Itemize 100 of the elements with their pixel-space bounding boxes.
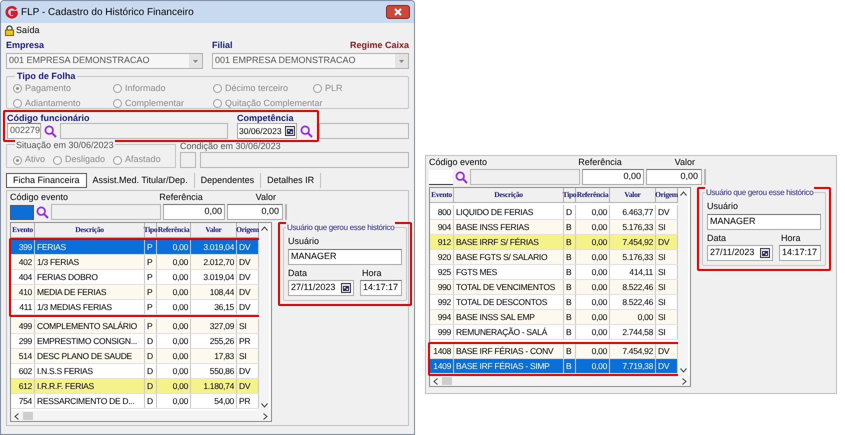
field-label: Valor: [674, 156, 695, 168]
table-cell: 0,00: [576, 359, 610, 373]
date-field[interactable]: 27/11/2023: [288, 280, 354, 296]
referencia-field[interactable]: 0,00: [163, 204, 225, 220]
table-row[interactable]: 299 EMPRESTIMO CONSIGN... D 0,00 255,26 PR: [11, 334, 259, 349]
radio-button[interactable]: [213, 84, 222, 94]
text-field[interactable]: [200, 152, 409, 168]
date-field[interactable]: 30/06/2023: [237, 123, 297, 139]
table-row[interactable]: 754 RESSARCIMENTO DE D... D 0,00 54,00 PR: [11, 394, 259, 409]
field-label: Usuário: [288, 235, 320, 248]
table-row[interactable]: 904 BASE INSS FERIAS B 0,00 5.176,33 SI: [430, 220, 678, 235]
table-row[interactable]: 925 FGTS MES B 0,00 414,11 SI: [430, 265, 678, 280]
text-field[interactable]: [319, 123, 409, 139]
text-field[interactable]: [180, 152, 196, 168]
usuario-field[interactable]: MANAGER: [288, 248, 402, 264]
field-label: Hora: [362, 266, 383, 280]
table-cell: 7.454,92: [610, 344, 656, 358]
radio-button[interactable]: [13, 156, 22, 164]
radio-label: Adiantamento: [25, 96, 81, 110]
table-cell: BASE INSS FERIAS: [454, 220, 564, 234]
table-cell: 754: [11, 394, 35, 408]
table-row[interactable]: 1409 BASE IRF FÉRIAS - SIMP B 0,00 7.719,38 DV: [430, 359, 678, 374]
table-row[interactable]: 602 I.N.S.S FERIAS D 0,00 550,86 DV: [11, 364, 259, 379]
table-row[interactable]: 514 DESC PLANO DE SAUDE D 0,00 17,83 SI: [11, 349, 259, 364]
table-row[interactable]: 404 FERIAS DOBRO P 0,00 3.019,04 DV: [11, 270, 259, 285]
field-label: Usuário: [707, 200, 740, 213]
radio-button[interactable]: [13, 84, 22, 94]
code-field[interactable]: 002279: [7, 123, 41, 139]
text-field[interactable]: [470, 169, 580, 185]
table-cell: B: [564, 359, 576, 373]
table-row[interactable]: 402 1/3 FERIAS P 0,00 2.012,70 DV: [11, 255, 259, 270]
table-row[interactable]: 999 REMUNERAÇÃO - SALÁ B 0,00 2.744,58 SI: [430, 325, 678, 340]
table-cell: D: [145, 394, 157, 408]
radio-button[interactable]: [113, 84, 122, 94]
usuario-field[interactable]: MANAGER: [707, 214, 821, 230]
group-title: Usuário que gerou esse histórico: [705, 187, 814, 199]
code-field[interactable]: [429, 170, 453, 184]
table-cell: B: [564, 235, 576, 249]
table-row[interactable]: 992 TOTAL DE DESCONTOS B 0,00 8.522,46 SI: [430, 295, 678, 310]
table-row[interactable]: 411 1/3 MEDIAS FERIAS P 0,00 36,15 DV: [11, 300, 259, 315]
radio-button[interactable]: [53, 156, 62, 164]
table-cell: BASE IRRF S/ FÉRIAS: [454, 235, 564, 249]
table-row[interactable]: 994 BASE INSS SAL EMP B 0,00 0,00 SI: [430, 310, 678, 325]
table-cell: FERIAS DOBRO: [35, 270, 145, 284]
tab[interactable]: Assist.Med. Titular/Dep.: [86, 173, 195, 188]
scroll-thumb[interactable]: [23, 412, 33, 420]
table-row[interactable]: 1408 BASE IRF FÉRIAS - CONV B 0,00 7.454,92 DV: [430, 344, 678, 359]
text-field[interactable]: [60, 123, 228, 139]
scroll-up-icon: [260, 226, 268, 231]
menu-item[interactable]: Saída: [5, 24, 40, 38]
radio-button[interactable]: [313, 84, 322, 94]
table-row[interactable]: 410 MEDIA DE FERIAS P 0,00 108,44 DV: [11, 285, 259, 300]
table-cell: P: [145, 240, 157, 254]
code-field[interactable]: [10, 204, 34, 220]
scrollbar[interactable]: [430, 376, 690, 386]
scrollbar[interactable]: [11, 411, 271, 421]
table-row[interactable]: 612 I.R.R.F. FERIAS D 0,00 1.180,74 DV: [11, 379, 259, 394]
table-row[interactable]: 399 FERIAS P 0,00 3.019,04 DV: [11, 240, 259, 255]
scroll-thumb[interactable]: [442, 377, 452, 385]
date-field[interactable]: 27/11/2023: [707, 245, 773, 261]
dropdown[interactable]: 001 EMPRESA DEMONSTRACAO: [6, 53, 203, 69]
referencia-field[interactable]: 0,00: [582, 169, 644, 185]
field-label: Referência: [159, 190, 204, 204]
table-cell: 0,00: [157, 270, 191, 284]
scroll-right-icon: [263, 412, 268, 420]
search-icon: [455, 170, 468, 184]
table-cell: 0,00: [157, 379, 191, 393]
table-row[interactable]: 912 BASE IRRF S/ FÉRIAS B 0,00 7.454,92 DV: [430, 235, 678, 250]
table-cell: 0,00: [576, 250, 610, 264]
table-row[interactable]: 920 BASE FGTS S/ SALARIO B 0,00 5.176,33 SI: [430, 250, 678, 265]
tab[interactable]: Dependentes: [194, 173, 262, 188]
radio-label: Afastado: [125, 153, 161, 166]
radio-button[interactable]: [13, 98, 22, 108]
radio-button[interactable]: [113, 98, 122, 108]
tab[interactable]: Ficha Financeira: [6, 173, 87, 188]
close-button[interactable]: [386, 5, 410, 19]
scrollbar[interactable]: [678, 188, 688, 376]
tab[interactable]: Detalhes IR: [261, 173, 322, 188]
radio-button[interactable]: [113, 156, 122, 164]
table-cell: 0,00: [157, 334, 191, 348]
table-cell: 6.463,77: [610, 205, 656, 219]
table-cell: LIQUIDO DE FERIAS: [454, 205, 564, 219]
radio-button[interactable]: [213, 98, 222, 108]
table-row[interactable]: 990 TOTAL DE VENCIMENTOS B 0,00 8.522,46 SI: [430, 280, 678, 295]
search-icon: [36, 206, 49, 218]
valor-field[interactable]: 0,00: [227, 204, 283, 220]
hora-field[interactable]: 14:17:17: [360, 280, 402, 296]
field-label: Hora: [781, 232, 802, 244]
close-icon: [394, 8, 402, 16]
table-cell: 904: [430, 220, 454, 234]
hora-field[interactable]: 14:17:17: [779, 245, 821, 261]
valor-field[interactable]: 0,00: [646, 169, 702, 185]
table-row[interactable]: 499 COMPLEMENTO SALÁRIO P 0,00 327,09 SI: [11, 319, 259, 334]
table-cell: 327,09: [191, 319, 237, 333]
table-cell: P: [145, 300, 157, 314]
table-row[interactable]: 800 LIQUIDO DE FERIAS D 0,00 6.463,77 DV: [430, 205, 678, 220]
table-cell: 411: [11, 300, 35, 314]
text-field[interactable]: [51, 204, 161, 220]
scrollbar[interactable]: [259, 223, 269, 411]
dropdown[interactable]: 001 EMPRESA DEMONSTRACAO: [212, 53, 409, 69]
